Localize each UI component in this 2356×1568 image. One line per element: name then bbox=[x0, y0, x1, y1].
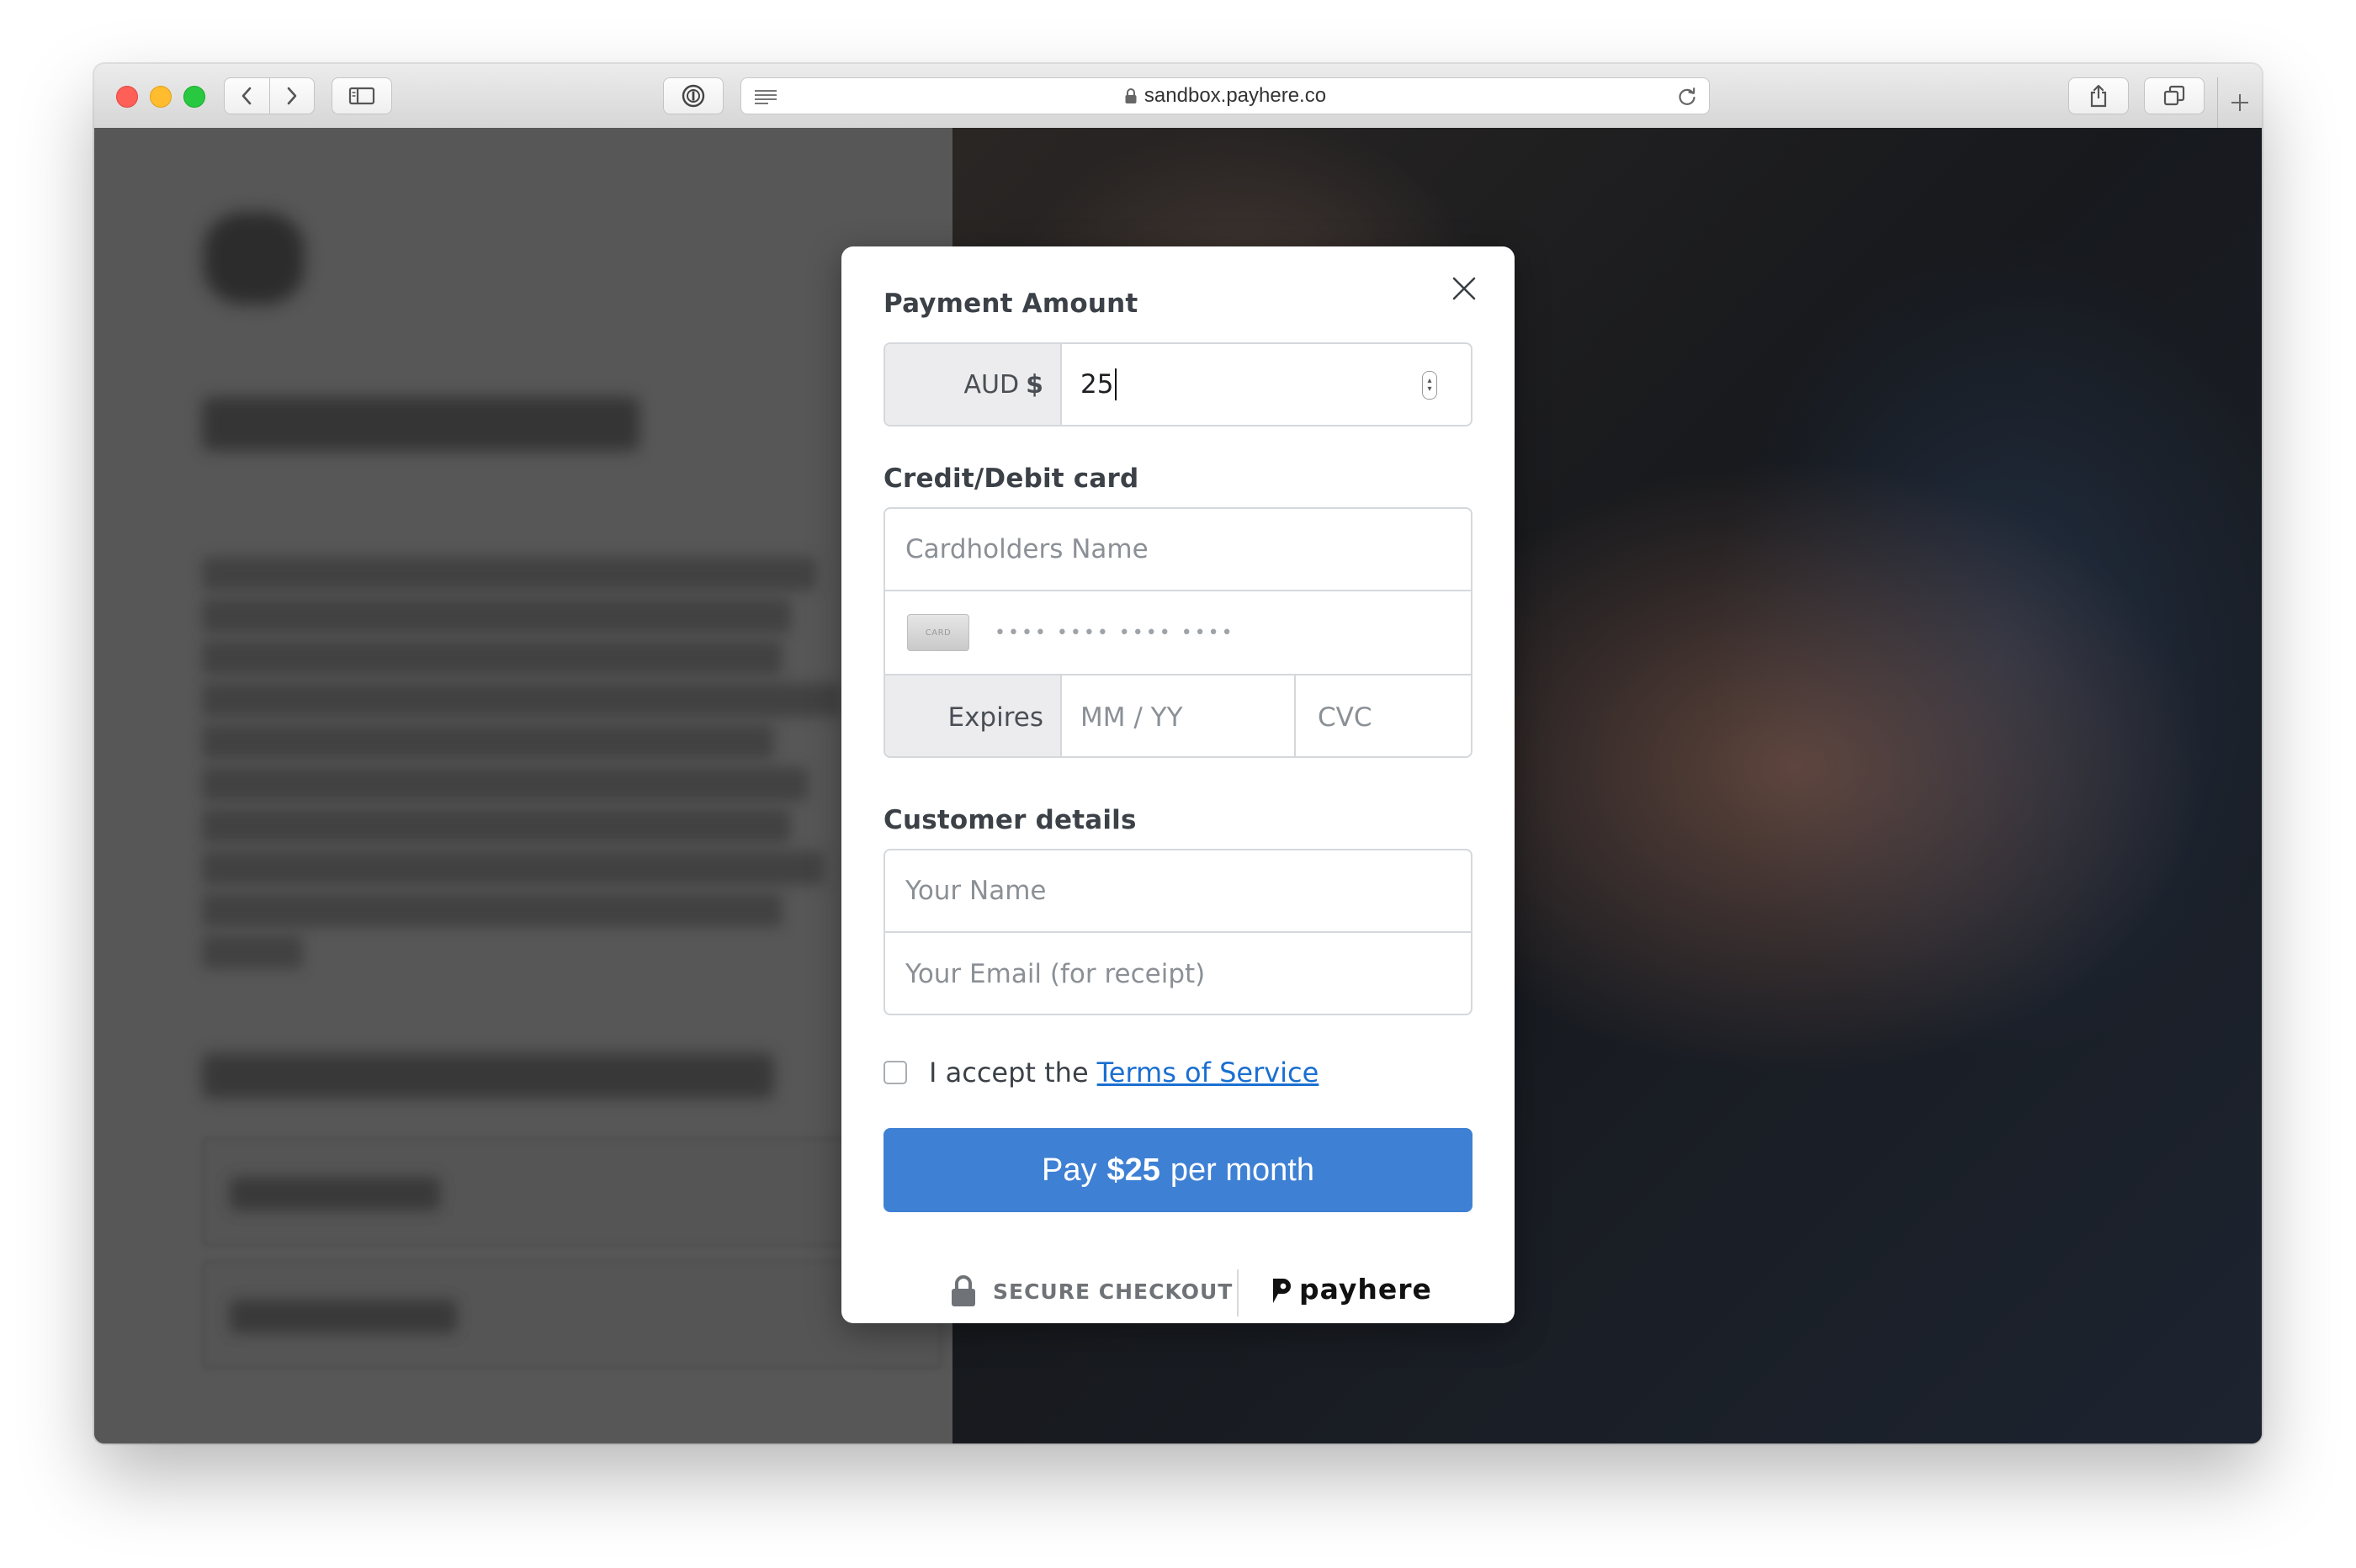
blurred-text-line bbox=[202, 725, 774, 759]
blurred-text-line bbox=[202, 935, 303, 969]
forward-button[interactable] bbox=[268, 78, 315, 114]
sidebar-toggle-button[interactable] bbox=[332, 77, 392, 114]
blurred-text-line bbox=[202, 851, 825, 885]
chevron-left-icon bbox=[241, 87, 252, 105]
blurred-option-card bbox=[202, 1137, 942, 1247]
payhere-logo-icon bbox=[1271, 1275, 1294, 1304]
secure-checkout-text: SECURE CHECKOUT bbox=[993, 1279, 1234, 1304]
email-placeholder: Your Email (for receipt) bbox=[905, 959, 1206, 989]
close-window-button[interactable] bbox=[116, 86, 138, 108]
share-icon bbox=[2090, 84, 2107, 108]
currency-symbol: $ bbox=[1026, 369, 1043, 400]
close-icon bbox=[1452, 277, 1476, 300]
blurred-text-line bbox=[202, 893, 783, 927]
currency-code: AUD bbox=[963, 369, 1020, 400]
expiry-placeholder: MM / YY bbox=[1080, 702, 1183, 733]
customer-field-group: Your Name Your Email (for receipt) bbox=[884, 849, 1472, 1015]
password-manager-icon bbox=[682, 84, 705, 108]
customer-email-input[interactable]: Your Email (for receipt) bbox=[885, 933, 1471, 1014]
pay-button[interactable]: Pay $25 per month bbox=[884, 1128, 1472, 1212]
blurred-text-line bbox=[202, 809, 791, 843]
amount-field-group: AUD $ 25 ▴ ▾ bbox=[884, 342, 1472, 426]
blurred-text-line bbox=[202, 683, 841, 717]
browser-toolbar: sandbox.payhere.co bbox=[94, 64, 2262, 130]
reload-icon[interactable] bbox=[1675, 85, 1699, 112]
currency-prefix: AUD $ bbox=[885, 344, 1062, 425]
blurred-page-title bbox=[202, 397, 639, 451]
blurred-text-line bbox=[202, 641, 783, 675]
amount-stepper[interactable]: ▴ ▾ bbox=[1422, 371, 1437, 400]
card-number-placeholder: •••• •••• •••• •••• bbox=[995, 622, 1235, 644]
lock-icon bbox=[1124, 87, 1138, 105]
share-button[interactable] bbox=[2068, 77, 2129, 114]
pay-button-prefix: Pay bbox=[1042, 1152, 1097, 1188]
amount-input[interactable]: 25 bbox=[1062, 344, 1471, 425]
blurred-text-line bbox=[202, 599, 791, 633]
payment-amount-label: Payment Amount bbox=[884, 289, 1138, 319]
padlock-icon bbox=[949, 1274, 978, 1308]
zoom-window-button[interactable] bbox=[183, 86, 205, 108]
minimize-window-button[interactable] bbox=[150, 86, 172, 108]
cvc-placeholder: CVC bbox=[1318, 702, 1372, 733]
back-button[interactable] bbox=[225, 78, 269, 114]
modal-footer: SECURE CHECKOUT payhere bbox=[841, 1269, 1515, 1323]
payhere-wordmark: payhere bbox=[1299, 1273, 1432, 1306]
customer-section-label: Customer details bbox=[884, 805, 1137, 835]
amount-value: 25 bbox=[1080, 369, 1114, 400]
card-number-input[interactable]: CARD •••• •••• •••• •••• bbox=[885, 591, 1471, 675]
history-nav-group bbox=[224, 77, 315, 114]
cvc-input[interactable]: CVC bbox=[1296, 675, 1471, 756]
new-tab-button[interactable] bbox=[2217, 77, 2262, 128]
payment-modal: Payment Amount AUD $ 25 ▴ ▾ Credit/Debit… bbox=[841, 246, 1515, 1323]
expiry-input[interactable]: MM / YY bbox=[1062, 675, 1296, 756]
secure-checkout-badge: SECURE CHECKOUT bbox=[949, 1274, 1233, 1308]
terms-row: I accept the Terms of Service bbox=[884, 1054, 1319, 1091]
payhere-logo: payhere bbox=[1271, 1273, 1432, 1306]
chevron-right-icon bbox=[287, 87, 297, 105]
pay-button-suffix: per month bbox=[1170, 1152, 1314, 1188]
blurred-logo bbox=[204, 212, 305, 305]
blurred-subheading bbox=[202, 1053, 774, 1099]
sidebar-icon bbox=[348, 87, 375, 105]
pay-button-amount: $25 bbox=[1106, 1152, 1160, 1188]
page-background-left bbox=[94, 128, 952, 1444]
text-caret bbox=[1115, 368, 1117, 400]
tabs-overview-icon bbox=[2163, 85, 2185, 106]
terms-of-service-link[interactable]: Terms of Service bbox=[1097, 1057, 1319, 1089]
card-section-label: Credit/Debit card bbox=[884, 464, 1139, 494]
stepper-down-icon[interactable]: ▾ bbox=[1427, 385, 1431, 394]
terms-checkbox[interactable] bbox=[884, 1061, 907, 1084]
plus-icon bbox=[2231, 94, 2248, 111]
browser-window: sandbox.payhere.co Payment Amount AUD $ … bbox=[94, 64, 2262, 1444]
card-field-group: Cardholders Name CARD •••• •••• •••• •••… bbox=[884, 507, 1472, 758]
cardholder-name-input[interactable]: Cardholders Name bbox=[885, 509, 1471, 591]
tabs-overview-button[interactable] bbox=[2144, 77, 2205, 114]
address-bar[interactable]: sandbox.payhere.co bbox=[740, 77, 1710, 114]
cardholder-placeholder: Cardholders Name bbox=[905, 534, 1149, 564]
password-manager-button[interactable] bbox=[663, 77, 724, 114]
credit-card-icon: CARD bbox=[907, 614, 969, 651]
address-url: sandbox.payhere.co bbox=[741, 78, 1709, 114]
blurred-option-card bbox=[202, 1260, 942, 1369]
close-modal-button[interactable] bbox=[1447, 272, 1481, 305]
blurred-text-line bbox=[202, 557, 816, 591]
customer-name-input[interactable]: Your Name bbox=[885, 850, 1471, 933]
expiry-row: Expires MM / YY CVC bbox=[885, 675, 1471, 756]
footer-divider bbox=[1237, 1269, 1239, 1316]
url-text: sandbox.payhere.co bbox=[1144, 84, 1327, 107]
terms-text: I accept the bbox=[929, 1057, 1089, 1089]
name-placeholder: Your Name bbox=[905, 876, 1047, 906]
expires-label: Expires bbox=[885, 675, 1062, 756]
blurred-text-line bbox=[202, 767, 808, 801]
